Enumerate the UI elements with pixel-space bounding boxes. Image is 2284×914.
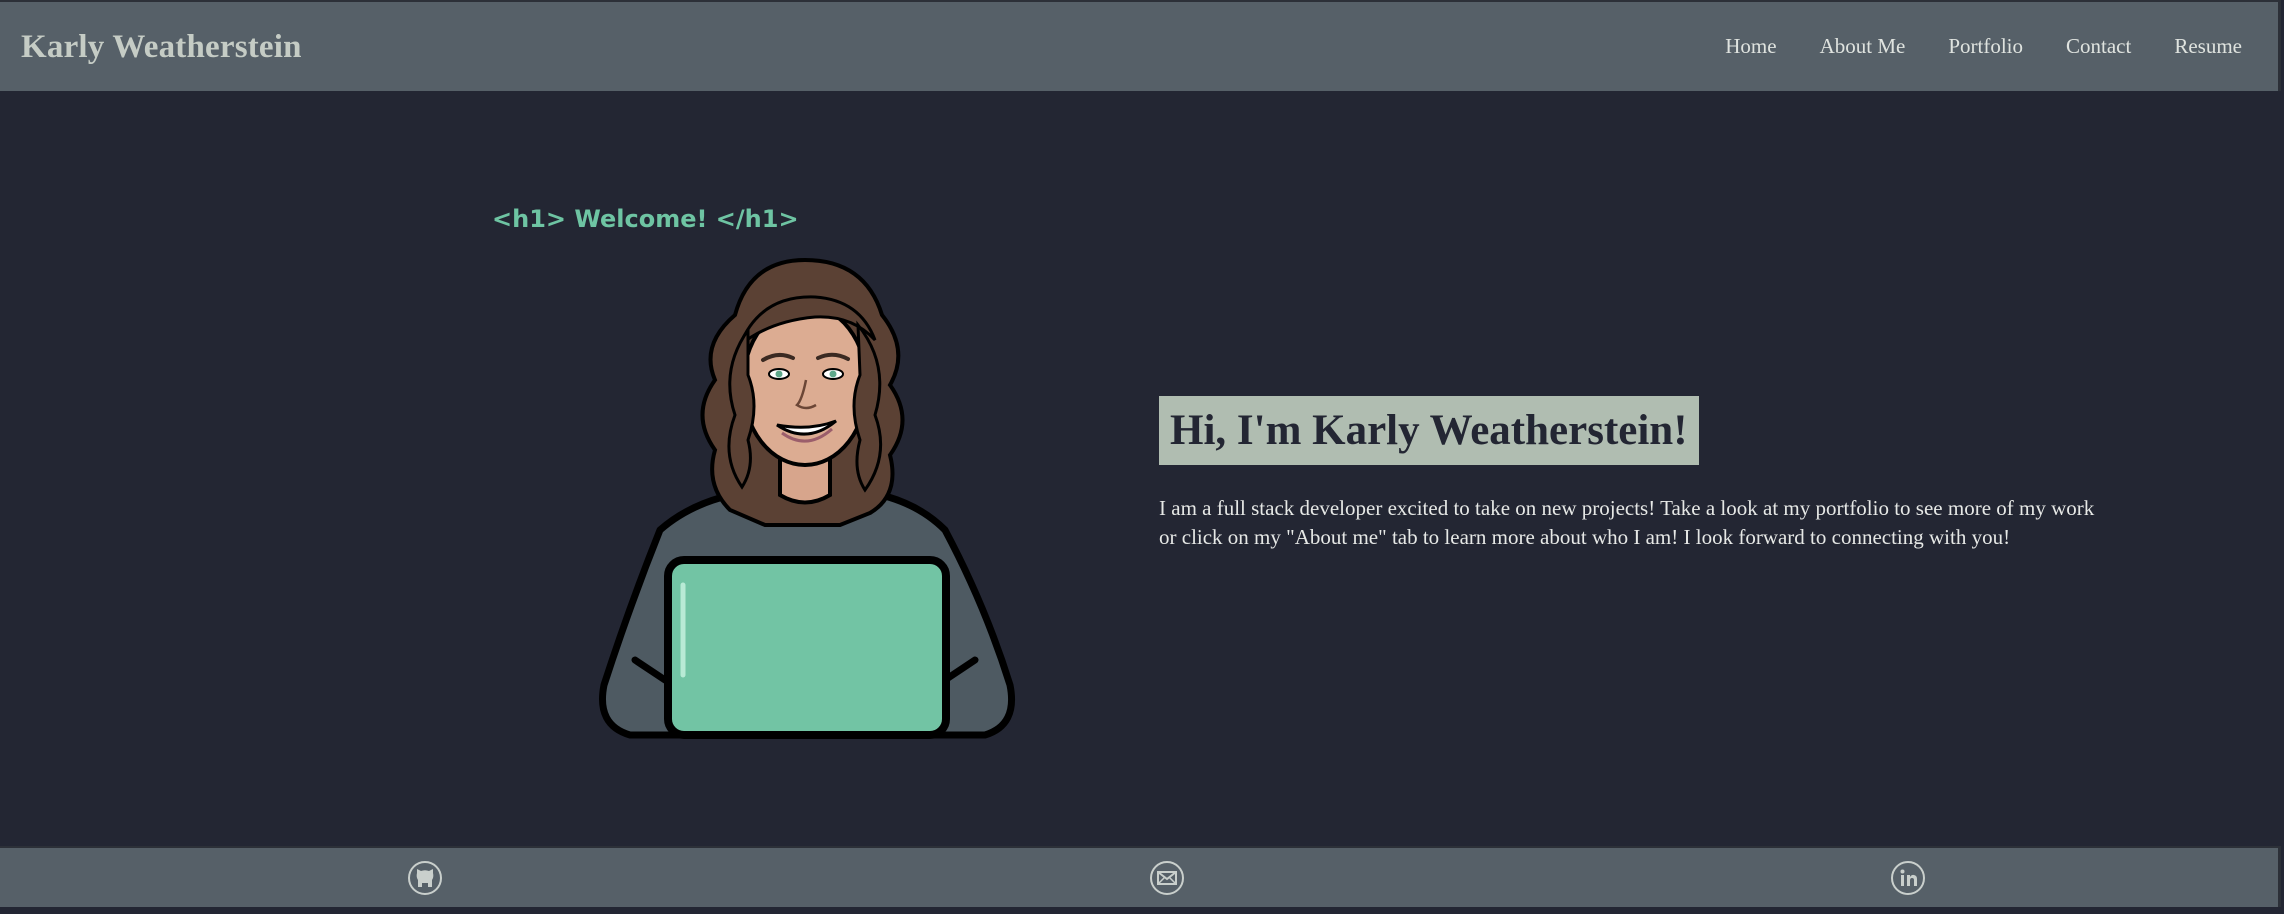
bottom-strip: [0, 907, 2284, 914]
site-header: Karly Weatherstein Home About Me Portfol…: [0, 0, 2281, 91]
hero-title-box: Hi, I'm Karly Weatherstein!: [1159, 396, 1699, 465]
avatar-illustration: [599, 257, 1016, 739]
site-footer: [0, 846, 2281, 907]
linkedin-icon[interactable]: [1890, 860, 1926, 896]
nav-home[interactable]: Home: [1725, 34, 1776, 59]
page: Karly Weatherstein Home About Me Portfol…: [0, 0, 2284, 914]
github-icon[interactable]: [407, 860, 443, 896]
nav-about-me[interactable]: About Me: [1820, 34, 1906, 59]
welcome-code-label: <h1> Welcome! </h1>: [492, 205, 799, 233]
nav-resume[interactable]: Resume: [2174, 34, 2242, 59]
nav-portfolio[interactable]: Portfolio: [1948, 34, 2023, 59]
nav-contact[interactable]: Contact: [2066, 34, 2131, 59]
main-nav: Home About Me Portfolio Contact Resume: [1682, 34, 2242, 59]
site-brand[interactable]: Karly Weatherstein: [21, 29, 302, 66]
hero-title: Hi, I'm Karly Weatherstein!: [1170, 407, 1688, 454]
hero-description: I am a full stack developer excited to t…: [1159, 496, 2095, 549]
email-icon[interactable]: [1149, 860, 1185, 896]
